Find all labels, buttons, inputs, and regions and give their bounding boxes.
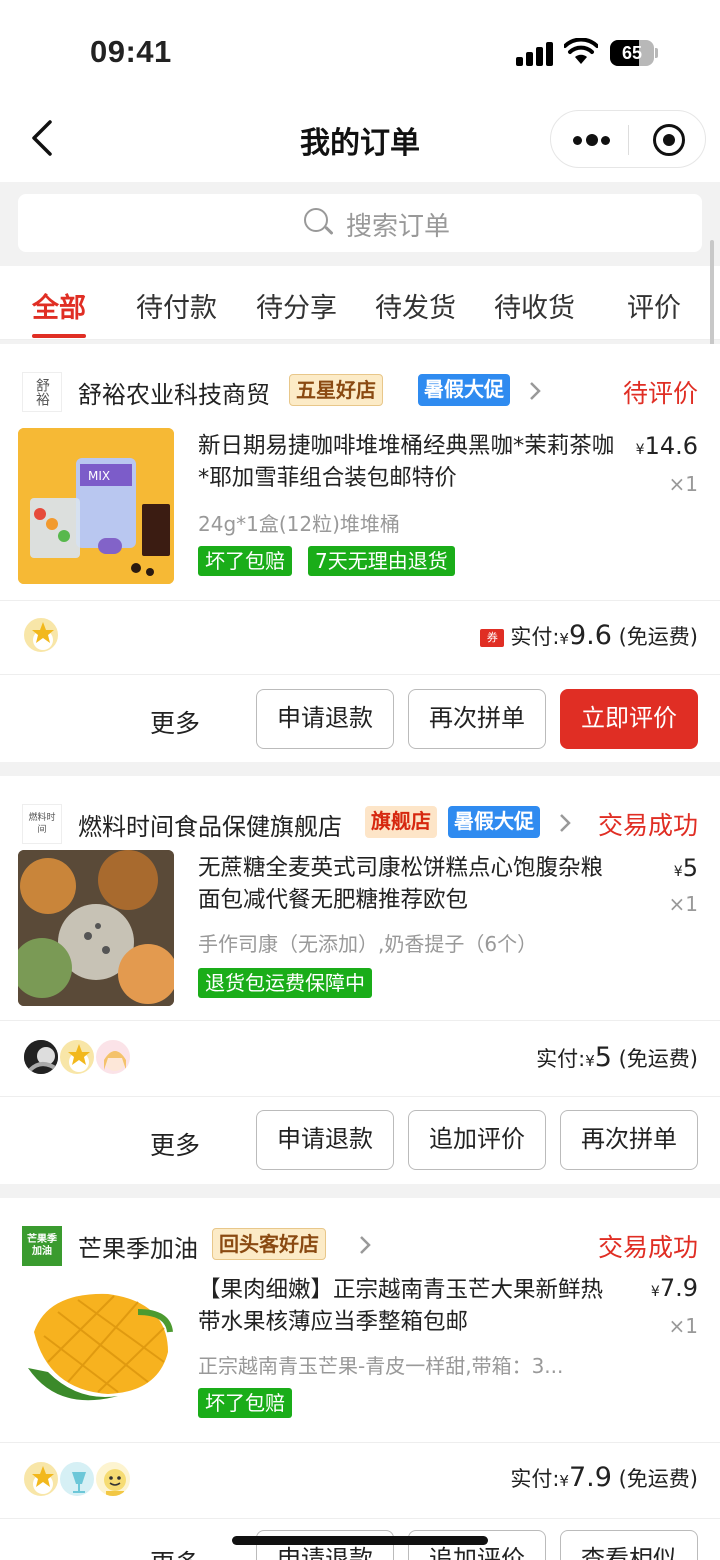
avatar xyxy=(22,616,60,654)
search-icon xyxy=(304,208,334,238)
product-spec: 手作司康（无添加）,奶香提子（6个） xyxy=(198,932,538,956)
paid-amount: 券实付:¥9.6 (免运费) xyxy=(480,620,698,651)
refund-button[interactable]: 申请退款 xyxy=(256,1110,394,1170)
avatar xyxy=(58,1460,96,1498)
shop-header[interactable]: 芒果季加油 芒果季加油 回头客好店 交易成功 xyxy=(0,1198,720,1282)
shop-name: 燃料时间食品保健旗舰店 xyxy=(78,813,342,841)
tab-pending-receipt[interactable]: 待收货 xyxy=(494,286,575,325)
order-card: 燃料时间 燃料时间食品保健旗舰店 旗舰店 暑假大促 交易成功 无蔗糖全麦英式司康… xyxy=(0,776,720,1184)
order-card: 芒果季加油 芒果季加油 回头客好店 交易成功 【果肉细嫩】正宗越南青玉芒大果新鲜… xyxy=(0,1198,720,1560)
promo-badge: 暑假大促 xyxy=(418,374,510,406)
shop-badge: 旗舰店 xyxy=(365,806,437,838)
order-list-page: 09:41 65 我的订单 搜索订单 全部 待付款 待分享 待发货 待收货 评价… xyxy=(0,0,720,1560)
tab-review[interactable]: 评价 xyxy=(627,286,681,325)
order-status: 交易成功 xyxy=(597,811,698,840)
avatar xyxy=(94,1038,132,1076)
shop-name: 舒裕农业科技商贸 xyxy=(78,381,270,409)
product-title[interactable]: 新日期易捷咖啡堆堆桶经典黑咖*茉莉茶咖*耶加雪菲组合装包邮特价 xyxy=(198,430,618,494)
chevron-right-icon xyxy=(360,1236,371,1254)
chevron-right-icon xyxy=(530,382,541,400)
shop-name: 芒果季加油 xyxy=(78,1235,198,1263)
product-price: ¥14.6 xyxy=(635,432,698,460)
avatar xyxy=(58,1038,96,1076)
divider xyxy=(0,1096,720,1097)
paid-amount: 实付:¥5 (免运费) xyxy=(536,1042,698,1073)
divider xyxy=(0,1442,720,1443)
product-title[interactable]: 【果肉细嫩】正宗越南青玉芒大果新鲜热带水果核薄应当季整箱包邮 xyxy=(198,1274,618,1338)
avatar xyxy=(22,1038,60,1076)
product-image[interactable] xyxy=(18,1272,174,1428)
wifi-icon xyxy=(564,38,598,64)
divider xyxy=(0,674,720,675)
battery-level: 65 xyxy=(621,43,643,63)
order-status: 待评价 xyxy=(622,379,698,408)
search-area: 搜索订单 xyxy=(0,182,720,266)
product-image[interactable] xyxy=(18,850,174,1006)
shop-badge: 五星好店 xyxy=(289,374,383,406)
order-tabs: 全部 待付款 待分享 待发货 待收货 评价 xyxy=(0,266,720,340)
order-status: 交易成功 xyxy=(597,1233,698,1262)
reorder-button[interactable]: 再次拼单 xyxy=(560,1110,698,1170)
shop-header[interactable]: 舒裕 舒裕农业科技商贸 五星好店 暑假大促 待评价 xyxy=(0,344,720,428)
divider xyxy=(0,1020,720,1021)
svg-text:MIX: MIX xyxy=(88,469,110,483)
service-tag: 坏了包赔 xyxy=(198,546,292,576)
status-time: 09:41 xyxy=(90,34,172,69)
signal-icon xyxy=(516,42,554,66)
paid-amount: 实付:¥7.9 (免运费) xyxy=(510,1462,698,1493)
review-now-button[interactable]: 立即评价 xyxy=(560,689,698,749)
product-image[interactable]: MIX xyxy=(18,428,174,584)
shop-header[interactable]: 燃料时间 燃料时间食品保健旗舰店 旗舰店 暑假大促 交易成功 xyxy=(0,776,720,860)
divider xyxy=(0,1518,720,1519)
avatar xyxy=(94,1460,132,1498)
shop-logo: 芒果季加油 xyxy=(22,1226,62,1266)
chevron-right-icon xyxy=(560,814,571,832)
more-button[interactable]: 更多 xyxy=(150,1544,200,1560)
service-tag: 退货包运费保障中 xyxy=(198,968,372,998)
add-review-button[interactable]: 追加评价 xyxy=(408,1110,546,1170)
active-tab-indicator xyxy=(32,334,86,338)
order-card: 舒裕 舒裕农业科技商贸 五星好店 暑假大促 待评价 MIX 新日期易捷咖啡堆堆桶… xyxy=(0,344,720,762)
find-similar-button[interactable]: 查看相似 xyxy=(560,1530,698,1560)
more-button[interactable]: 更多 xyxy=(150,1126,200,1162)
product-quantity: ×1 xyxy=(668,1314,698,1338)
refund-button[interactable]: 申请退款 xyxy=(256,689,394,749)
add-review-button[interactable]: 追加评价 xyxy=(408,1530,546,1560)
home-indicator[interactable] xyxy=(232,1536,488,1545)
search-input[interactable]: 搜索订单 xyxy=(18,194,702,252)
shop-logo: 舒裕 xyxy=(22,372,62,412)
promo-badge: 暑假大促 xyxy=(448,806,540,838)
product-price: ¥5 xyxy=(673,854,698,882)
divider xyxy=(0,600,720,601)
tab-pending-payment[interactable]: 待付款 xyxy=(136,286,217,325)
tab-pending-share[interactable]: 待分享 xyxy=(256,286,337,325)
battery-icon: 65 xyxy=(610,40,658,66)
tab-pending-shipment[interactable]: 待发货 xyxy=(375,286,456,325)
product-quantity: ×1 xyxy=(668,892,698,916)
reorder-button[interactable]: 再次拼单 xyxy=(408,689,546,749)
more-dots-icon[interactable] xyxy=(573,133,610,147)
status-bar: 09:41 65 xyxy=(0,0,720,96)
product-quantity: ×1 xyxy=(668,472,698,496)
nav-bar: 我的订单 xyxy=(0,96,720,182)
refund-button[interactable]: 申请退款 xyxy=(256,1530,394,1560)
search-placeholder: 搜索订单 xyxy=(346,212,451,242)
mini-program-capsule xyxy=(550,110,706,168)
tab-all[interactable]: 全部 xyxy=(32,286,86,325)
avatar xyxy=(22,1460,60,1498)
shop-badge: 回头客好店 xyxy=(212,1228,326,1260)
service-tag: 7天无理由退货 xyxy=(308,546,455,576)
more-button[interactable]: 更多 xyxy=(150,704,200,740)
product-spec: 24g*1盒(12粒)堆堆桶 xyxy=(198,512,400,536)
service-tag: 坏了包赔 xyxy=(198,1388,292,1418)
target-icon[interactable] xyxy=(653,124,685,156)
shop-logo: 燃料时间 xyxy=(22,804,62,844)
product-title[interactable]: 无蔗糖全麦英式司康松饼糕点心饱腹杂粮面包减代餐无肥糖推荐欧包 xyxy=(198,852,618,916)
product-price: ¥7.9 xyxy=(650,1274,698,1302)
coupon-icon: 券 xyxy=(480,629,505,647)
product-spec: 正宗越南青玉芒果-青皮一样甜,带箱：3... xyxy=(198,1354,564,1378)
